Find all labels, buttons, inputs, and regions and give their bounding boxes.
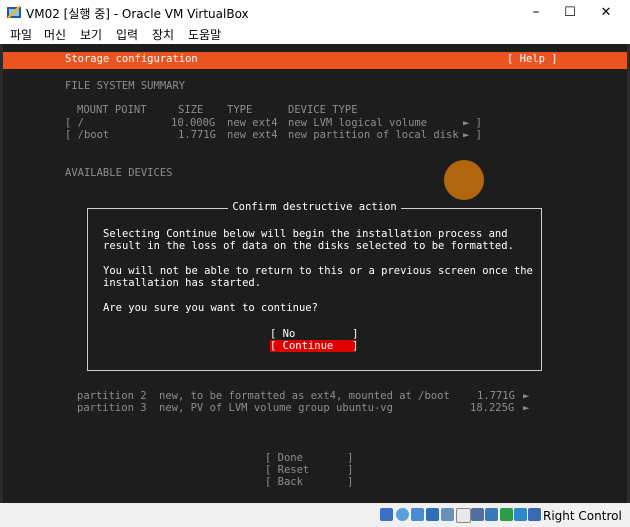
cpu-icon[interactable] bbox=[500, 508, 513, 521]
window-title: VM02 [실행 중] - Oracle VM VirtualBox bbox=[26, 7, 249, 21]
partition-size: 1.771G bbox=[477, 390, 515, 402]
usb-icon[interactable] bbox=[441, 508, 454, 521]
audio-icon[interactable] bbox=[411, 508, 424, 521]
col-device-type: DEVICE TYPE bbox=[288, 104, 358, 116]
continue-button[interactable]: [ Continue ] bbox=[270, 340, 359, 352]
fs-row-device: new partition of local disk bbox=[288, 129, 459, 141]
close-button[interactable]: ✕ bbox=[589, 0, 623, 24]
partition-desc: new, to be formatted as ext4, mounted at… bbox=[159, 390, 450, 402]
fs-row-type: new ext4 bbox=[227, 129, 278, 141]
menubar: 파일 머신 보기 입력 장치 도움말 bbox=[0, 24, 630, 44]
partition-size: 18.225G bbox=[470, 402, 515, 414]
menu-help[interactable]: 도움말 bbox=[188, 26, 221, 43]
partition-arrow[interactable]: ► bbox=[523, 390, 529, 402]
partition-arrow[interactable]: ► bbox=[523, 402, 529, 414]
fs-row-mount[interactable]: [ /boot bbox=[65, 129, 109, 141]
statusbar: Right Control bbox=[0, 503, 630, 527]
menu-file[interactable]: 파일 bbox=[10, 26, 32, 43]
done-button[interactable]: [ Done ] bbox=[265, 452, 354, 464]
menu-view[interactable]: 보기 bbox=[80, 26, 102, 43]
dialog-text: You will not be able to return to this o… bbox=[103, 265, 533, 277]
back-button[interactable]: [ Back ] bbox=[265, 476, 354, 488]
fs-row-mount[interactable]: [ / bbox=[65, 117, 84, 129]
available-devices-heading: AVAILABLE DEVICES bbox=[65, 167, 173, 179]
partition-desc: new, PV of LVM volume group ubuntu-vg bbox=[159, 402, 393, 414]
dialog-title: Confirm destructive action bbox=[88, 201, 541, 213]
minimize-button[interactable]: – bbox=[519, 0, 553, 24]
menu-input[interactable]: 입력 bbox=[116, 26, 138, 43]
vm-display[interactable]: Storage configuration [ Help ] FILE SYST… bbox=[3, 44, 627, 503]
no-button[interactable]: [ No ] bbox=[270, 328, 359, 340]
fs-row-arrow[interactable]: ► ] bbox=[463, 129, 482, 141]
shared-folder-icon[interactable] bbox=[456, 508, 471, 523]
network-icon[interactable] bbox=[426, 508, 439, 521]
dialog-question: Are you sure you want to continue? bbox=[103, 302, 318, 314]
display-icon[interactable] bbox=[471, 508, 484, 521]
col-type: TYPE bbox=[227, 104, 253, 116]
optical-icon[interactable] bbox=[396, 508, 409, 521]
reset-button[interactable]: [ Reset ] bbox=[265, 464, 354, 476]
dialog-text: installation has started. bbox=[103, 277, 262, 289]
menu-machine[interactable]: 머신 bbox=[44, 26, 66, 43]
partition-name: partition 3 bbox=[77, 402, 147, 414]
fs-row-type: new ext4 bbox=[227, 117, 278, 129]
fs-row-size: 1.771G bbox=[178, 129, 216, 141]
mouse-integration-icon[interactable] bbox=[514, 508, 527, 521]
recording-icon[interactable] bbox=[485, 508, 498, 521]
arrow-icon[interactable] bbox=[528, 508, 541, 521]
fs-summary-heading: FILE SYSTEM SUMMARY bbox=[65, 80, 186, 92]
dialog-text: Selecting Continue below will begin the … bbox=[103, 228, 508, 240]
maximize-button[interactable]: ☐ bbox=[553, 0, 587, 24]
fs-row-device: new LVM logical volume bbox=[288, 117, 428, 129]
hdd-icon[interactable] bbox=[380, 508, 393, 521]
partition-name: partition 2 bbox=[77, 390, 147, 402]
window-titlebar[interactable]: VM02 [실행 중] - Oracle VM VirtualBox – ☐ ✕ bbox=[0, 0, 630, 24]
mouse-pointer-highlight bbox=[444, 160, 484, 200]
installer-title: Storage configuration bbox=[65, 53, 198, 65]
help-button[interactable]: [ Help ] bbox=[507, 53, 558, 65]
col-mount-point: MOUNT POINT bbox=[77, 104, 147, 116]
fs-row-arrow[interactable]: ► ] bbox=[463, 117, 482, 129]
host-key-label: Right Control bbox=[543, 509, 622, 523]
col-size: SIZE bbox=[178, 104, 204, 116]
menu-devices[interactable]: 장치 bbox=[152, 26, 174, 43]
confirm-dialog: Confirm destructive action Selecting Con… bbox=[87, 201, 542, 371]
virtualbox-icon bbox=[6, 4, 22, 20]
dialog-text: result in the loss of data on the disks … bbox=[103, 240, 514, 252]
fs-row-size: 10.000G bbox=[171, 117, 216, 129]
